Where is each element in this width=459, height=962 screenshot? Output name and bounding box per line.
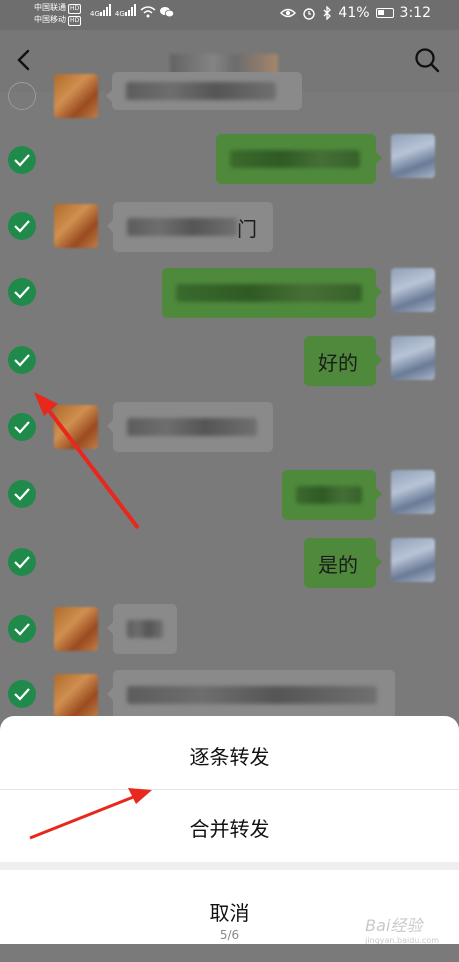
avatar <box>54 204 98 248</box>
watermark: Bai经验 jingyan.baidu.com <box>365 912 439 945</box>
avatar <box>54 74 98 118</box>
forward-action-sheet: 逐条转发 合并转发 取消 5/6 Bai经验 jingyan.baidu.com <box>0 716 459 962</box>
message-bubble[interactable] <box>162 268 382 318</box>
battery-icon <box>375 8 394 18</box>
avatar <box>391 470 435 514</box>
forward-one-by-one-button[interactable]: 逐条转发 <box>0 720 459 790</box>
carrier-2: 中国移动 <box>34 15 66 24</box>
message-bubble[interactable] <box>106 72 302 110</box>
wifi-icon <box>140 6 156 18</box>
signal-icon: 4G <box>90 4 111 18</box>
bluetooth-icon <box>323 6 332 20</box>
signal-group: 4G 4G <box>90 4 174 18</box>
message-text: 门 <box>237 216 257 241</box>
message-bubble[interactable] <box>107 604 177 654</box>
avatar <box>54 607 98 651</box>
merge-forward-button[interactable]: 合并转发 <box>0 792 459 862</box>
alarm-icon <box>303 8 316 20</box>
avatar <box>391 268 435 312</box>
carrier-1: 中国联通 <box>34 3 66 12</box>
select-checkbox[interactable] <box>8 346 36 374</box>
avatar <box>391 336 435 380</box>
message-list: 门 好的 是的 <box>0 72 459 730</box>
message-bubble[interactable]: 好的 <box>304 336 382 386</box>
clock: 3:12 <box>399 5 431 21</box>
status-right: 41% 3:12 <box>280 5 431 21</box>
select-checkbox[interactable] <box>8 615 36 643</box>
battery-percent: 41% <box>338 5 370 21</box>
message-bubble[interactable]: 门 <box>107 202 273 252</box>
message-bubble[interactable] <box>107 402 273 452</box>
avatar <box>54 405 98 449</box>
message-bubble[interactable] <box>216 134 382 184</box>
status-bar: 中国联通 HD 中国移动 HD 4G 4G 41% 3:12 <box>0 0 459 30</box>
signal-icon: 4G <box>115 4 136 18</box>
divider <box>0 862 459 870</box>
message-bubble[interactable]: 是的 <box>304 538 382 588</box>
select-checkbox[interactable] <box>8 212 36 240</box>
avatar <box>54 674 98 718</box>
message-bubble[interactable] <box>107 670 395 720</box>
carrier-info: 中国联通 HD 中国移动 HD <box>34 2 82 26</box>
hd-badge: HD <box>68 16 82 26</box>
system-nav-strip <box>0 944 459 962</box>
select-checkbox[interactable] <box>8 480 36 508</box>
avatar <box>391 134 435 178</box>
select-checkbox[interactable] <box>8 548 36 576</box>
search-icon[interactable] <box>413 46 441 74</box>
hd-badge: HD <box>68 4 82 14</box>
message-bubble[interactable] <box>282 470 382 520</box>
watermark-brand: Bai经验 <box>365 916 423 935</box>
select-checkbox[interactable] <box>8 146 36 174</box>
avatar <box>391 538 435 582</box>
message-text: 是的 <box>318 552 358 577</box>
select-checkbox[interactable] <box>8 680 36 708</box>
select-checkbox[interactable] <box>8 82 36 110</box>
wechat-icon <box>159 7 174 18</box>
select-checkbox[interactable] <box>8 413 36 441</box>
divider <box>0 789 459 790</box>
chevron-left-icon[interactable] <box>10 46 38 74</box>
select-checkbox[interactable] <box>8 278 36 306</box>
eye-icon <box>280 8 297 18</box>
message-text: 好的 <box>318 350 358 375</box>
